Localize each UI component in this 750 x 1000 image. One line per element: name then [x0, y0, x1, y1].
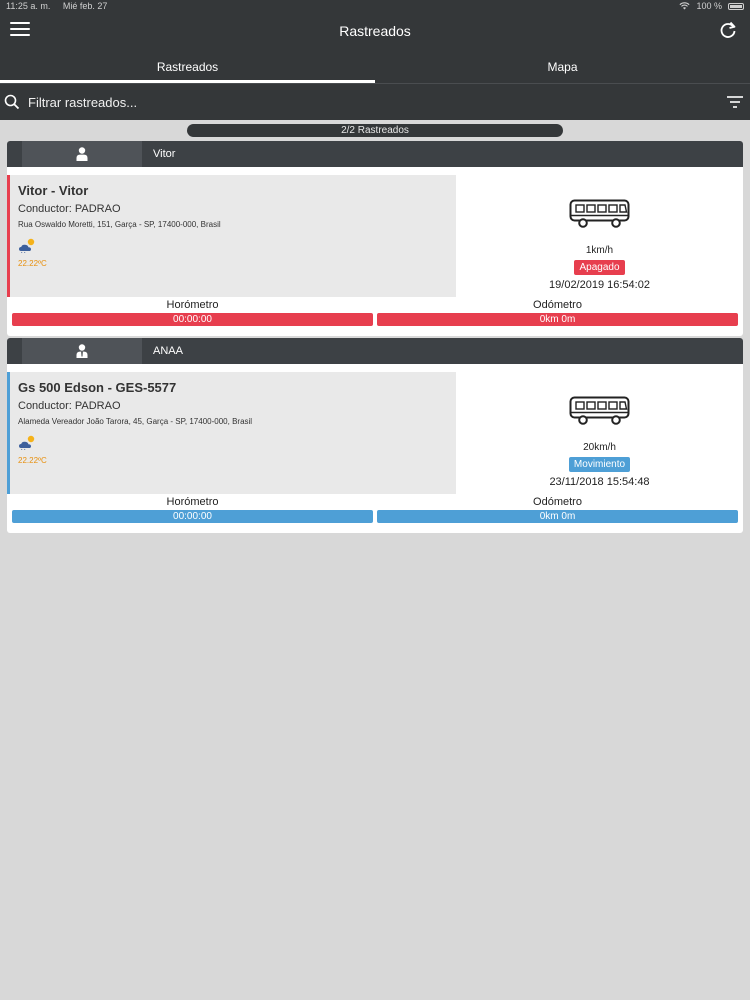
- card-body: Vitor - Vitor Conductor: PADRAO Rua Oswa…: [7, 167, 743, 298]
- card-body: Gs 500 Edson - GES-5577 Conductor: PADRA…: [7, 364, 743, 495]
- battery-percent: 100 %: [696, 1, 722, 11]
- status-time: 11:25 a. m.: [6, 1, 51, 11]
- group-name: Vitor: [153, 148, 176, 160]
- tab-label: Mapa: [547, 59, 578, 74]
- status-color-bar: [7, 175, 10, 297]
- temperature: 22.22ºC: [18, 456, 47, 465]
- bus-icon: [569, 199, 629, 228]
- tab-mapa[interactable]: Mapa: [375, 50, 750, 83]
- status-bar: 11:25 a. m. Mié feb. 27 100 %: [0, 0, 750, 12]
- tab-label: Rastreados: [156, 59, 219, 74]
- odometro-label: Odómetro: [533, 496, 582, 508]
- search-input[interactable]: [26, 93, 726, 111]
- horometro-label: Horómetro: [166, 496, 219, 508]
- horometro-value: 00:00:00: [12, 510, 373, 523]
- driver-name: Conductor: PADRAO: [18, 400, 121, 412]
- battery-icon: [728, 2, 744, 10]
- business-person-icon: [76, 344, 88, 358]
- horometro-value: 00:00:00: [12, 313, 373, 326]
- meters-row: Horómetro 00:00:00 Odómetro 0km 0m: [7, 495, 743, 533]
- search-icon: [4, 94, 20, 110]
- weather-icon: [19, 435, 35, 451]
- odometro-meter: Odómetro 0km 0m: [377, 495, 738, 523]
- tab-rastreados[interactable]: Rastreados: [0, 50, 375, 83]
- group-icon-box: [22, 141, 142, 167]
- status-badge: Movimiento: [568, 457, 631, 472]
- filter-icon[interactable]: [726, 95, 744, 109]
- driver-name: Conductor: PADRAO: [18, 203, 121, 215]
- bus-icon: [569, 396, 629, 425]
- odometro-meter: Odómetro 0km 0m: [377, 298, 738, 326]
- card-group-header: ANAA: [7, 338, 743, 364]
- status-left: 11:25 a. m. Mié feb. 27: [6, 1, 117, 11]
- person-icon: [76, 147, 88, 161]
- card-group-header: Vitor: [7, 141, 743, 167]
- search-bar: [0, 83, 750, 120]
- horometro-meter: Horómetro 00:00:00: [12, 495, 373, 523]
- status-right: 100 %: [679, 1, 744, 11]
- vehicle-speed: 1km/h: [585, 245, 614, 256]
- weather-icon: [19, 238, 35, 254]
- horometro-meter: Horómetro 00:00:00: [12, 298, 373, 326]
- status-date: Mié feb. 27: [62, 1, 108, 11]
- vehicle-info-panel: Vitor - Vitor Conductor: PADRAO Rua Oswa…: [7, 175, 456, 297]
- status-color-bar: [7, 372, 10, 494]
- tracked-count-text: 2/2 Rastreados: [341, 125, 409, 136]
- page-title: Rastreados: [339, 23, 411, 39]
- odometro-value: 0km 0m: [377, 510, 738, 523]
- vehicle-status-panel: 1km/h Apagado 19/02/2019 16:54:02: [456, 175, 743, 297]
- vehicle-status-panel: 20km/h Movimiento 23/11/2018 15:54:48: [456, 372, 743, 494]
- refresh-icon[interactable]: [718, 20, 738, 40]
- tab-bar: Rastreados Mapa: [0, 50, 750, 83]
- wifi-icon: [679, 2, 690, 10]
- vehicle-name: Vitor - Vitor: [18, 183, 89, 198]
- last-update-datetime: 23/11/2018 15:54:48: [549, 476, 650, 488]
- vehicle-speed: 20km/h: [583, 442, 616, 453]
- navbar: Rastreados: [0, 12, 750, 50]
- odometro-value: 0km 0m: [377, 313, 738, 326]
- tracked-card-vitor[interactable]: Vitor Vitor - Vitor Conductor: PADRAO Ru…: [7, 141, 743, 336]
- horometro-label: Horómetro: [166, 299, 219, 311]
- vehicle-name: Gs 500 Edson - GES-5577: [18, 380, 177, 395]
- status-badge: Apagado: [574, 260, 625, 275]
- hamburger-menu-icon[interactable]: [10, 22, 30, 38]
- temperature: 22.22ºC: [18, 259, 47, 268]
- vehicle-address: Alameda Vereador João Tarora, 45, Garça …: [18, 417, 253, 426]
- odometro-label: Odómetro: [533, 299, 582, 311]
- group-name: ANAA: [153, 345, 183, 357]
- tracked-card-anaa[interactable]: ANAA Gs 500 Edson - GES-5577 Conductor: …: [7, 338, 743, 533]
- group-icon-box: [22, 338, 142, 364]
- tracked-count-badge: 2/2 Rastreados: [187, 124, 563, 137]
- vehicle-address: Rua Oswaldo Moretti, 151, Garça - SP, 17…: [18, 220, 221, 229]
- last-update-datetime: 19/02/2019 16:54:02: [549, 279, 650, 291]
- vehicle-info-panel: Gs 500 Edson - GES-5577 Conductor: PADRA…: [7, 372, 456, 494]
- meters-row: Horómetro 00:00:00 Odómetro 0km 0m: [7, 298, 743, 336]
